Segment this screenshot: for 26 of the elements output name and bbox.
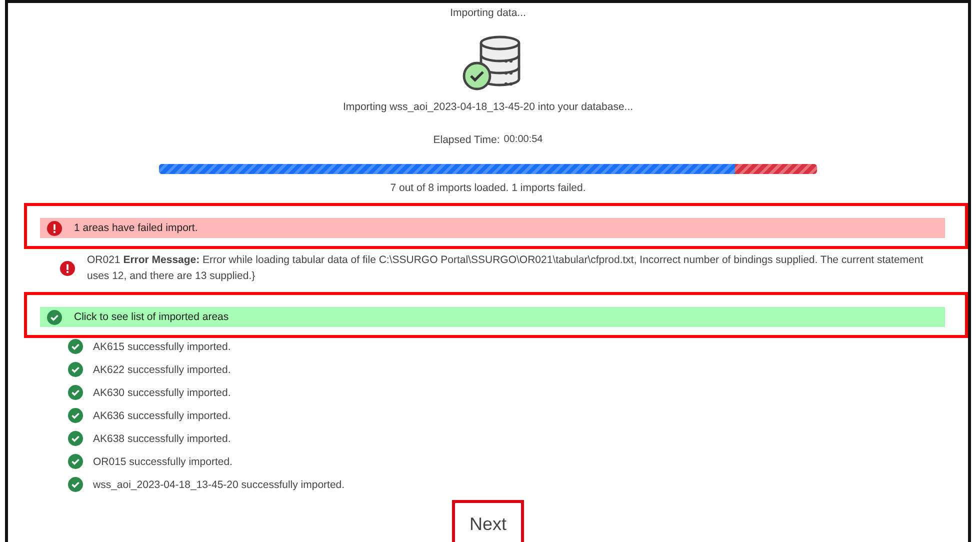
imported-area: AK630 successfully imported.: [93, 386, 231, 398]
imported-area: AK636 successfully imported.: [93, 410, 231, 422]
check-circle-icon: [68, 477, 83, 492]
failure-text: 1 areas have failed import.: [74, 222, 198, 234]
elapsed-time: 00:00:54: [504, 134, 543, 146]
imported-area: AK638 successfully imported.: [93, 432, 231, 444]
check-circle-icon: [68, 385, 83, 400]
error-icon: [47, 220, 62, 236]
imported-areas-toggle[interactable]: Click to see list of imported areas: [40, 307, 945, 327]
imported-area: wss_aoi_2023-04-18_13-45-20 successfully imported.: [93, 478, 345, 490]
imported-area: AK622 successfully imported.: [93, 364, 231, 376]
error-icon: [60, 260, 75, 276]
check-circle-icon: [47, 310, 62, 324]
check-circle-icon: [68, 454, 83, 469]
next-button[interactable]: Next: [452, 500, 524, 542]
status-title: Importing data...: [450, 7, 526, 20]
elapsed-label: Elapsed Time:: [433, 134, 500, 146]
check-circle-icon: [68, 408, 83, 423]
import-message: Importing wss_aoi_2023-04-18_13-45-20 into your database...: [342, 101, 634, 114]
progress-summary: 7 out of 8 imports loaded. 1 imports failed.: [390, 182, 586, 195]
check-circle-icon: [68, 362, 83, 377]
imported-area: AK615 successfully imported.: [93, 340, 231, 352]
error-message: OR021 Error Message: Error while loading tabular data of file C:\SSURGO Portal\SSURGO\OR021\tabular\cfprod.txt, Incorrect number of bindings supplied. The current statement uses 12, and there are 13 supplied.}: [87, 253, 924, 284]
check-circle-icon: [68, 339, 83, 354]
check-circle-icon: [68, 431, 83, 446]
imported-area: OR015 successfully imported.: [93, 456, 232, 468]
